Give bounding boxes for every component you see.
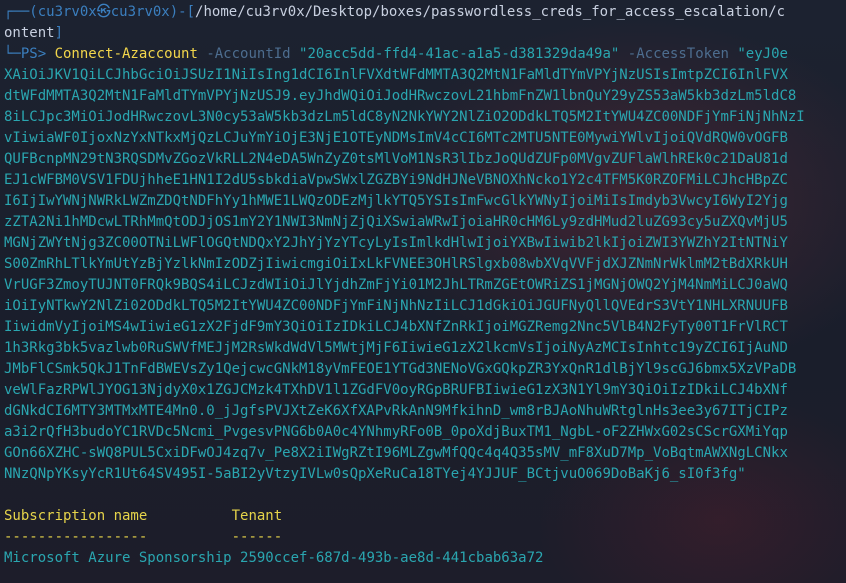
access-token-line: vIiwiaWF0IjoxNzYxNTkxMjQzLCJuYmYiOjE3NjE… [4,130,788,146]
access-token-line: JMbFlCSmk5QkJ1TnFdBWEVsZy1QejcwcGNkM18yV… [4,361,797,377]
prompt-user: cu3rv0x [37,4,97,20]
access-token-line: 1h3Rkg3bk5vazlwb0RuSWVfMEJjM2RsWkdWdVl5M… [4,340,788,356]
header-subscription-name: Subscription name [4,508,148,524]
tenant-value: 2590ccef-687d-493b-ae8d-441cbab63a72 [240,550,544,566]
access-token-line: a3i2rQfH3budoYC1RVDc5Ncmi_PvgesvPNG6b0A0… [4,424,788,440]
access-token-line: VrUGF3ZmoyTUJNT0FRQk9BQS4iLCJzdWIiOiJlYj… [4,277,788,293]
access-token-line: S00ZmRhLTlkYmUtYzBjYzlkNmIzODZjIiwicmgiO… [4,256,788,272]
access-token-line: veWlFazRPWlJYOG13NjdyX0x1ZGJCMzk4TXhDV1l… [4,382,788,398]
prompt-line: ┌──(cu3rv0x㉿cu3rv0x)-[/home/cu3rv0x/Desk… [4,2,785,23]
prompt-path: /home/cu3rv0x/Desktop/boxes/passwordless… [195,4,786,20]
rule-tenant: ------ [231,529,283,545]
access-token-line: iOiIyNTkwY2NlZi02ODdkLTQ5M2ItYWU4ZC00NDF… [4,298,788,314]
prompt-path-wrap: ontent [4,25,55,41]
access-token-line: GOn66XZHC-sWQ8PUL5CxiDFwOJ4zq7v_Pe8X2iIW… [4,445,788,461]
prompt-host: cu3rv0x [110,4,170,20]
prompt-corner-top: ┌──( [4,4,38,20]
terminal-window[interactable]: ┌──(cu3rv0x㉿cu3rv0x)-[/home/cu3rv0x/Desk… [0,0,846,583]
header-tenant: Tenant [231,508,283,524]
access-token-line: QUFBcnpMN29tN3RQSDMvZGozVkRLL2N4eDA5WnZy… [4,151,788,167]
access-token-line: IiwidmVyIjoiMS4wIiwieG1zX2FjdF9mY3QiOiIz… [4,319,788,335]
command-line: └─PS> Connect-Azaccount -AccountId "20ac… [4,44,788,65]
access-token-line: MGNjZWYtNjg3ZC00OTNiLWFlOGQtNDQxY2JhYjYz… [4,235,788,251]
prompt-close: ] [54,25,64,41]
access-token-line: 8iLCJpc3MiOiJodHRwczovL3N0cy53aW5kb3dzLm… [4,109,805,125]
param-access-token: -AccessToken [627,46,729,62]
cmdlet: Connect-Azaccount [54,46,198,62]
skull-icon: ㉿ [96,4,111,20]
access-token-line: I6IjIwYWNjNWRkLWZmZDQtNDFhYy1hMWE1LWQzOD… [4,193,788,209]
access-token-line: dGNkdCI6MTY3MTMxMTE4Mn0.0_jJgfsPVJXtZeK6… [4,403,788,419]
subscription-name-value: Microsoft Azure Sponsorship [4,550,232,566]
param-account-id: -AccountId [206,46,291,62]
access-token-line: XAiOiJKV1QiLCJhbGciOiJSUzI1NiIsIng1dCI6I… [4,67,788,83]
prompt-path-wrap-line: ontent] [4,23,63,44]
output-data-row[interactable]: Microsoft Azure Sponsorship 2590ccef-687… [4,548,543,569]
rule-subscription-name: ----------------- [4,529,148,545]
prompt-corner-bottom: └─ [4,46,21,62]
account-id-value: "20acc5dd-ffd4-41ac-a1a5-d381329da49a" [299,46,620,62]
prompt-mid: )-[ [169,4,196,20]
access-token-start: "eyJ0e [737,46,788,62]
access-token-line: dtWFdMMTA3Q2MtN1FaMldTYmVPYjNzUSJ9.eyJhd… [4,88,797,104]
ps-prompt: PS> [20,46,55,62]
output-header-row: Subscription name Tenant [4,506,282,527]
access-token-line: EJ1cWFBM0VSV1FDUjhheE1HN1I2dU5sbkdiaVpwS… [4,172,788,188]
output-rule-row: ----------------- ------ [4,527,282,548]
access-token-line: NNzQNpYKsyYcR1Ut64SV495I-5aBI2yVtzyIVLw0… [4,466,746,482]
access-token-line: zZTA2Ni1hMDcwLTRhMmQtODJjOS1mY2Y1NWI3NmN… [4,214,788,230]
